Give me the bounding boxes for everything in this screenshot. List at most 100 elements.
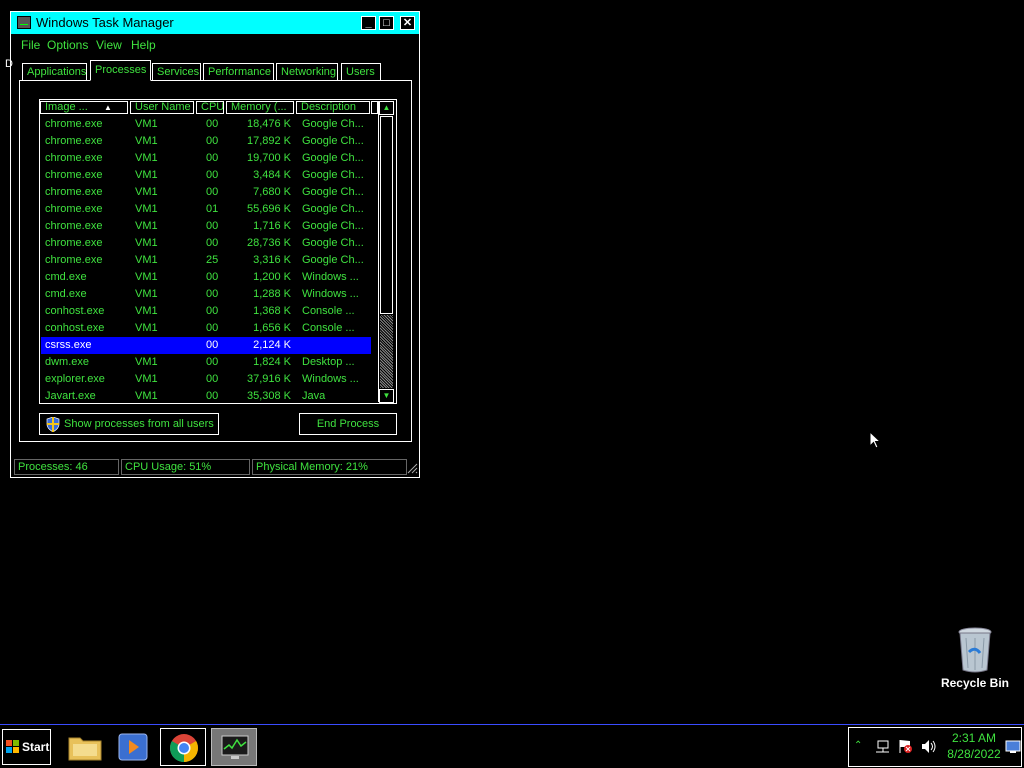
cell-image-name: cmd.exe: [45, 271, 87, 283]
recycle-bin-desktop-icon[interactable]: Recycle Bin: [938, 624, 1012, 694]
table-row[interactable]: chrome.exe VM1 00 1,716 K Google Ch...: [41, 218, 371, 235]
menu-view[interactable]: View: [96, 38, 122, 52]
cell-image-name: chrome.exe: [45, 118, 103, 130]
cell-memory: 1,200 K: [253, 271, 291, 283]
show-all-processes-button[interactable]: Show processes from all users: [39, 413, 219, 435]
tab-applications[interactable]: Applications: [22, 63, 87, 80]
scrollbar-thumb[interactable]: [380, 116, 393, 314]
table-row[interactable]: chrome.exe VM1 00 18,476 K Google Ch...: [41, 116, 371, 133]
cell-memory: 28,736 K: [246, 237, 291, 249]
title-bar[interactable]: Windows Task Manager _ □ ✕: [11, 12, 419, 34]
start-button[interactable]: Start: [2, 729, 51, 765]
menu-help[interactable]: Help: [131, 38, 156, 52]
media-player-icon: [118, 733, 148, 761]
action-center-flag-icon[interactable]: [897, 739, 913, 754]
cell-cpu: 00: [206, 237, 219, 249]
cell-image-name: chrome.exe: [45, 186, 103, 198]
network-icon[interactable]: [874, 740, 890, 754]
table-row[interactable]: chrome.exe VM1 00 3,484 K Google Ch...: [41, 167, 371, 184]
scroll-up-icon[interactable]: ▲: [379, 101, 394, 115]
tab-processes[interactable]: Processes: [90, 60, 151, 81]
table-row[interactable]: Javart.exe VM1 00 35,308 K Java: [41, 388, 371, 405]
column-header-user-name[interactable]: User Name: [130, 101, 194, 114]
menu-file[interactable]: File: [21, 38, 40, 52]
cell-description: Console ...: [302, 322, 355, 334]
cell-cpu: 00: [206, 135, 219, 147]
taskbar-task-manager-button[interactable]: [211, 728, 257, 766]
resize-grip-icon[interactable]: [406, 462, 418, 474]
taskbar-explorer-button[interactable]: [62, 728, 108, 766]
column-header-description[interactable]: Description: [296, 101, 370, 114]
tab-networking[interactable]: Networking: [276, 63, 338, 80]
column-header-image[interactable]: Image ... ▲: [40, 101, 128, 114]
table-row[interactable]: chrome.exe VM1 00 28,736 K Google Ch...: [41, 235, 371, 252]
table-row[interactable]: cmd.exe VM1 00 1,200 K Windows ...: [41, 269, 371, 286]
tab-services[interactable]: Services: [152, 63, 201, 80]
cell-description: Google Ch...: [302, 220, 364, 232]
task-manager-taskbar-icon: [221, 735, 249, 759]
cell-memory: 35,308 K: [246, 390, 291, 402]
status-cpu-usage: CPU Usage: 51%: [121, 459, 250, 475]
recycle-bin-icon: [958, 627, 992, 673]
window-title: Windows Task Manager: [36, 15, 174, 30]
tab-performance[interactable]: Performance: [203, 63, 274, 80]
cell-image-name: cmd.exe: [45, 288, 87, 300]
cell-description: Google Ch...: [302, 237, 364, 249]
desktop-edge-glyph: D: [5, 58, 13, 70]
table-row[interactable]: conhost.exe VM1 00 1,368 K Console ...: [41, 303, 371, 320]
cell-image-name: chrome.exe: [45, 152, 103, 164]
cell-cpu: 00: [206, 373, 219, 385]
table-row[interactable]: conhost.exe VM1 00 1,656 K Console ...: [41, 320, 371, 337]
close-icon[interactable]: ✕: [400, 16, 415, 30]
minimize-icon[interactable]: _: [361, 16, 376, 30]
taskbar-chrome-button[interactable]: [160, 728, 206, 766]
table-row[interactable]: dwm.exe VM1 00 1,824 K Desktop ...: [41, 354, 371, 371]
cell-user-name: VM1: [135, 254, 158, 266]
table-row-selected[interactable]: csrss.exe 00 2,124 K: [41, 337, 371, 354]
cell-description: Google Ch...: [302, 152, 364, 164]
cell-description: Windows ...: [302, 288, 359, 300]
status-physical-memory: Physical Memory: 21%: [252, 459, 407, 475]
cell-cpu: 00: [206, 322, 219, 334]
volume-icon[interactable]: [921, 739, 937, 754]
cell-user-name: VM1: [135, 288, 158, 300]
clock-time[interactable]: 2:31 AM: [939, 731, 1009, 745]
scrollbar-track[interactable]: [380, 315, 393, 388]
cell-cpu: 00: [206, 305, 219, 317]
tab-users[interactable]: Users: [341, 63, 381, 80]
cell-memory: 1,368 K: [253, 305, 291, 317]
cell-description: Google Ch...: [302, 254, 364, 266]
windows-logo-icon: [6, 740, 19, 753]
table-row[interactable]: chrome.exe VM1 01 55,696 K Google Ch...: [41, 201, 371, 218]
column-header-cpu[interactable]: CPU: [196, 101, 224, 114]
cell-user-name: VM1: [135, 220, 158, 232]
uac-shield-icon: [46, 417, 60, 432]
cell-description: Desktop ...: [302, 356, 355, 368]
table-row[interactable]: cmd.exe VM1 00 1,288 K Windows ...: [41, 286, 371, 303]
cell-cpu: 00: [206, 339, 219, 351]
table-row[interactable]: explorer.exe VM1 00 37,916 K Windows ...: [41, 371, 371, 388]
cell-memory: 7,680 K: [253, 186, 291, 198]
scroll-down-icon[interactable]: ▼: [379, 389, 394, 403]
cell-image-name: conhost.exe: [45, 322, 105, 334]
taskbar-media-player-button[interactable]: [110, 728, 156, 766]
table-row[interactable]: chrome.exe VM1 25 3,316 K Google Ch...: [41, 252, 371, 269]
cell-memory: 37,916 K: [246, 373, 291, 385]
menu-bar: File Options View Help: [11, 36, 419, 54]
column-header-memory[interactable]: Memory (...: [226, 101, 294, 114]
end-process-button[interactable]: End Process: [299, 413, 397, 435]
menu-options[interactable]: Options: [47, 38, 88, 52]
table-row[interactable]: chrome.exe VM1 00 17,892 K Google Ch...: [41, 133, 371, 150]
clock-date[interactable]: 8/28/2022: [939, 747, 1009, 761]
cell-image-name: conhost.exe: [45, 305, 105, 317]
cell-image-name: dwm.exe: [45, 356, 90, 368]
show-desktop-icon[interactable]: [1005, 740, 1021, 754]
cell-user-name: VM1: [135, 373, 158, 385]
maximize-icon[interactable]: □: [379, 16, 394, 30]
table-row[interactable]: chrome.exe VM1 00 7,680 K Google Ch...: [41, 184, 371, 201]
table-row[interactable]: chrome.exe VM1 00 19,700 K Google Ch...: [41, 150, 371, 167]
cell-memory: 2,124 K: [253, 339, 291, 351]
cell-memory: 3,484 K: [253, 169, 291, 181]
show-hidden-icons-icon[interactable]: ⌃: [854, 740, 862, 751]
cell-description: Java: [302, 390, 326, 402]
